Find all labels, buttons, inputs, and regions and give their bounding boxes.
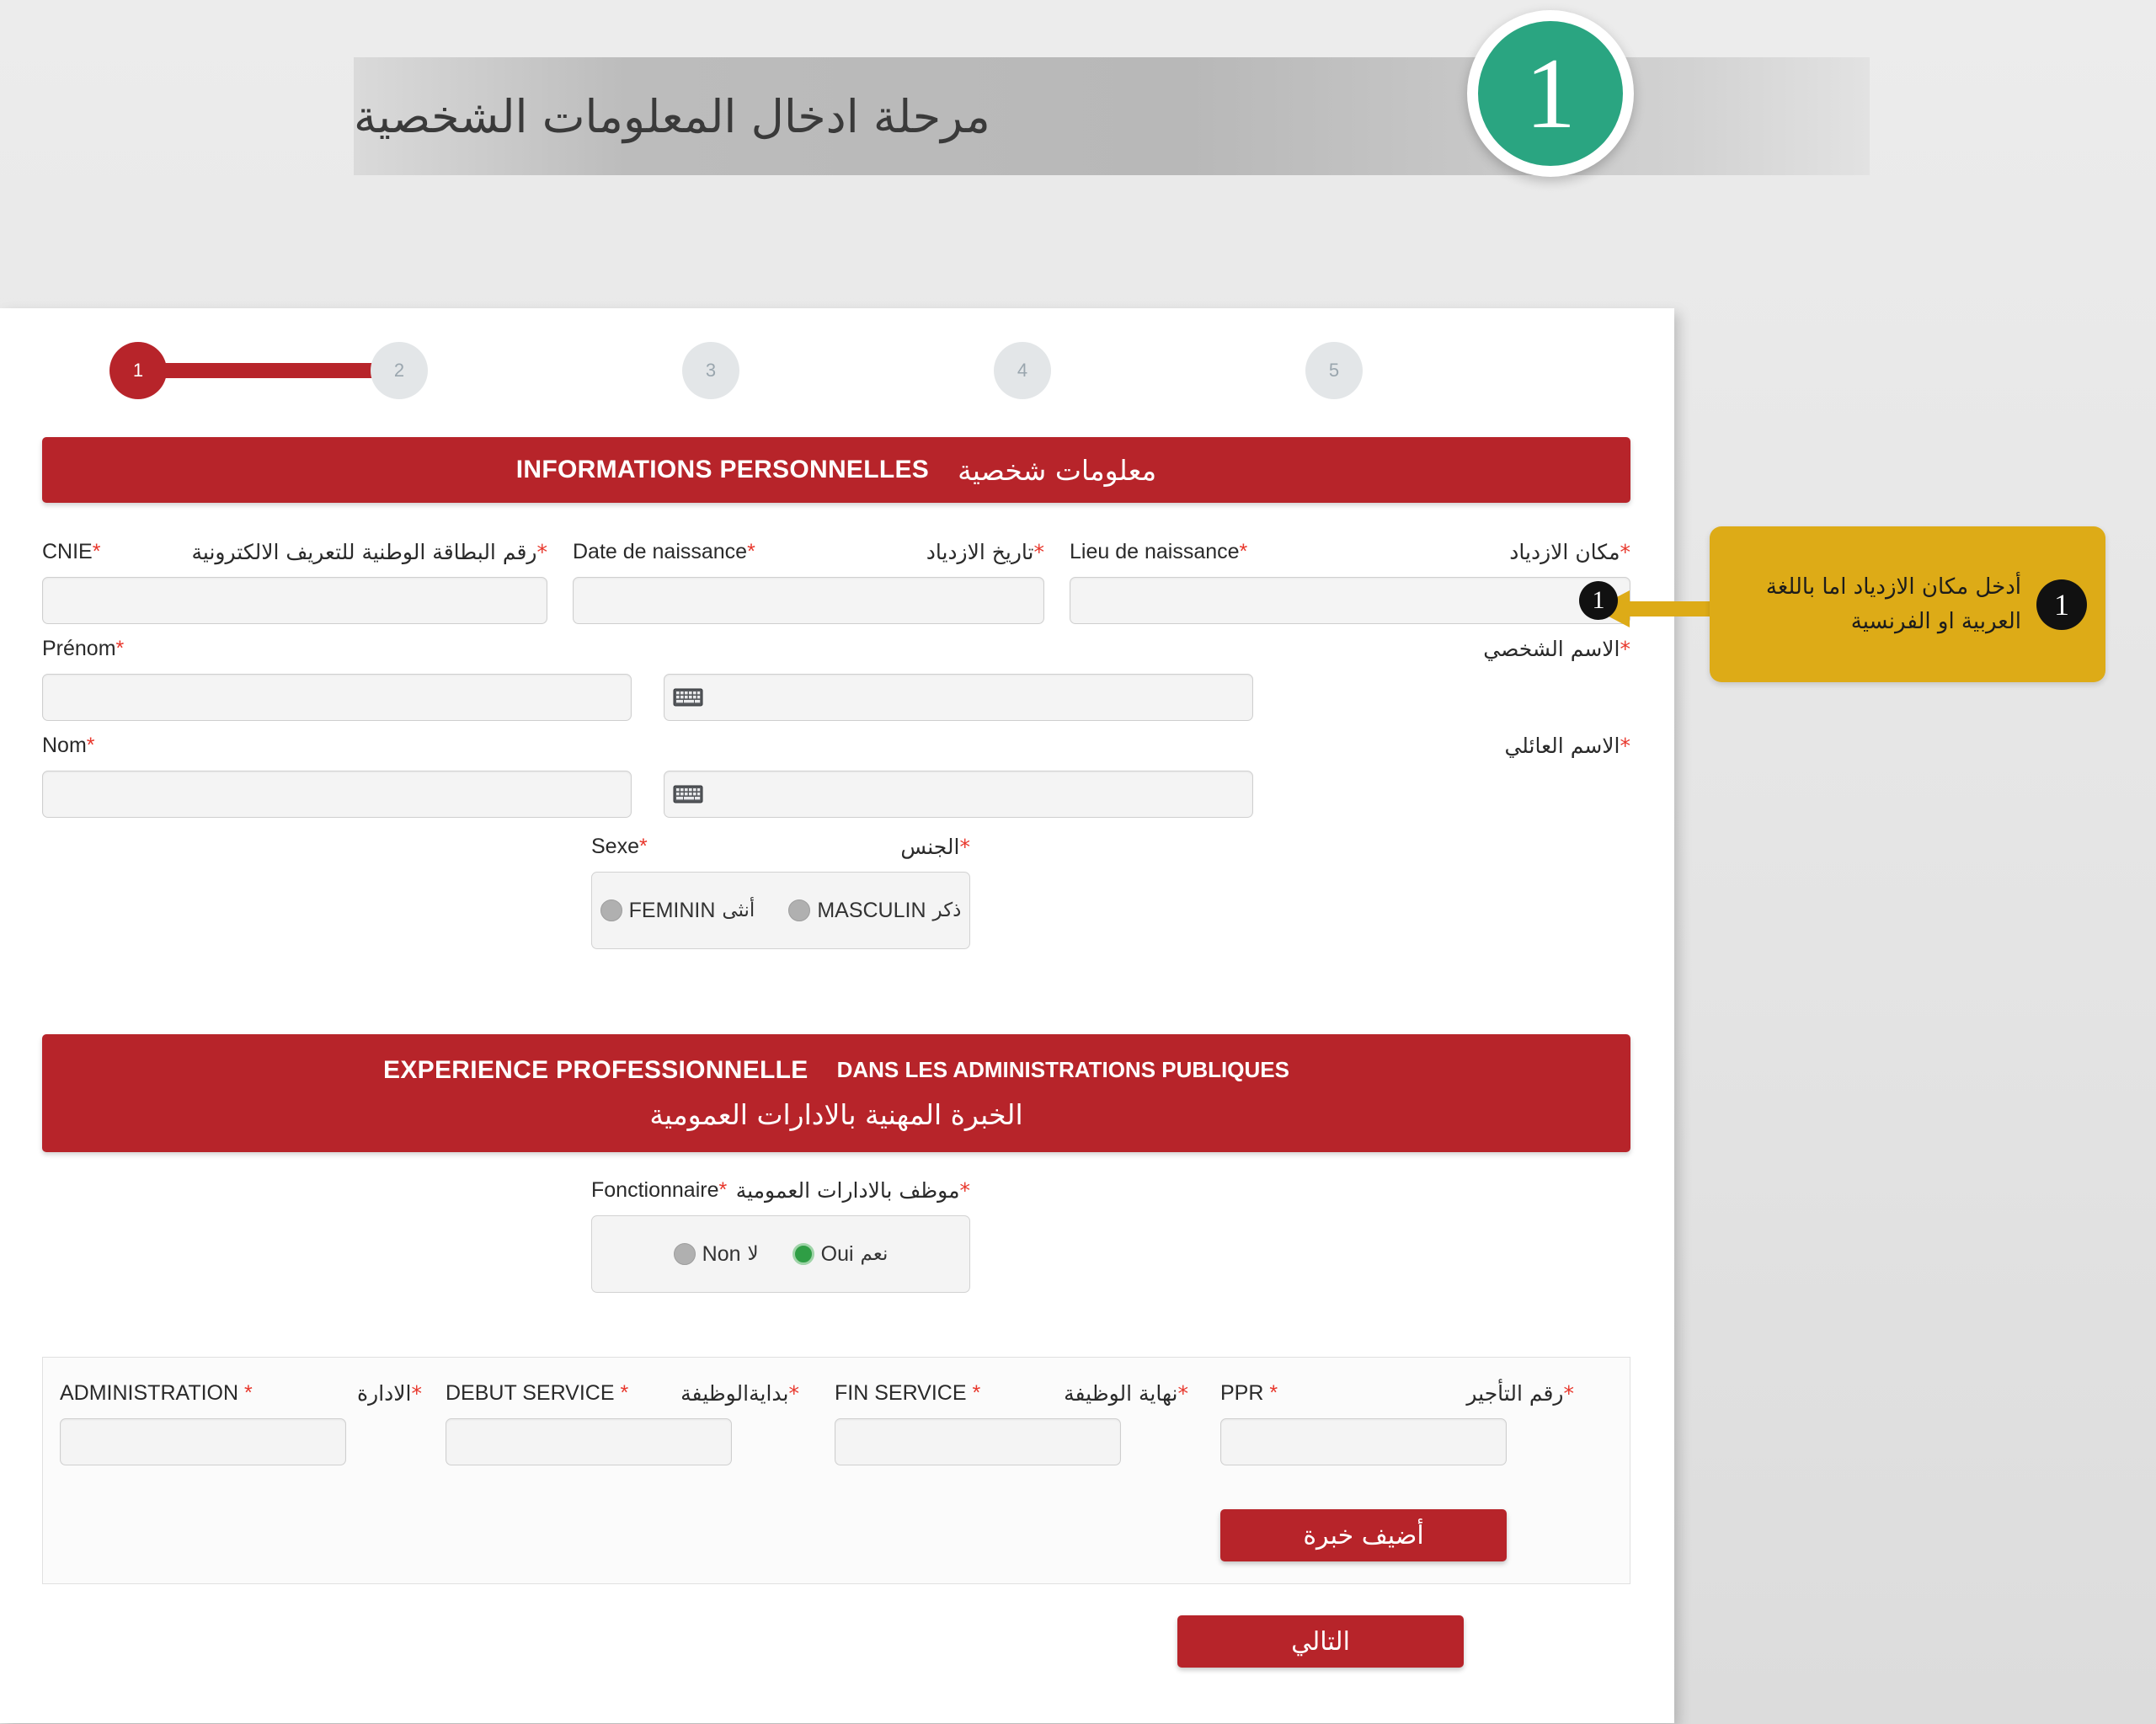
field-cnie-label-fr: CNIE*: [42, 540, 101, 563]
fonctionnaire-option-oui[interactable]: نعم Oui: [792, 1241, 889, 1267]
annotation-marker-1: 1: [1579, 581, 1618, 620]
debut-service-input[interactable]: [446, 1418, 732, 1465]
annotation-callout-text: أدخل مكان الازدياد اما باللغة العربية او…: [1765, 574, 2021, 634]
stepper-step-5-label: 5: [1328, 360, 1340, 381]
date-naissance-input[interactable]: [573, 577, 1044, 624]
fonctionnaire-option-non-label-fr: Non: [702, 1241, 741, 1266]
field-sexe-label-fr: Sexe*: [591, 835, 648, 858]
field-date-naissance: Date de naissance* *تاريخ الازدياد: [573, 540, 1044, 624]
field-nom: Nom* *الاسم العائلي: [42, 734, 1630, 818]
field-prenom-label-fr: Prénom*: [42, 637, 125, 660]
field-nom-label-fr: Nom*: [42, 734, 95, 757]
administration-input[interactable]: [60, 1418, 346, 1465]
field-fin-service: FIN SERVICE * *نهاية الوظيفة: [835, 1381, 1188, 1465]
fonctionnaire-option-oui-label-ar: نعم: [860, 1243, 889, 1265]
section-experience-title-fr-2: DANS LES ADMINISTRATIONS PUBLIQUES: [836, 1057, 1289, 1082]
form-card: 1 2 3 4 5 INFORMATIONS PERSONNELLES معلو…: [0, 308, 1674, 1723]
keyboard-icon: [673, 688, 703, 707]
next-step-button[interactable]: التالي: [1177, 1615, 1464, 1668]
field-cnie-label-ar: *رقم البطاقة الوطنية للتعريف الالكترونية: [191, 540, 548, 564]
field-fin-service-label-ar: *نهاية الوظيفة: [1064, 1381, 1188, 1406]
field-ppr: PPR * *رقم التأجير: [1220, 1381, 1574, 1465]
field-sexe: Sexe* *الجنس ذكر MASCULIN أنثى FEMININ: [591, 835, 970, 949]
field-lieu-naissance: Lieu de naissance* *مكان الازدياد 1: [1070, 540, 1630, 624]
field-ppr-label-fr: PPR *: [1220, 1381, 1278, 1405]
field-prenom: Prénom* *الاسم الشخصي: [42, 637, 1630, 721]
field-fonctionnaire: Fonctionnaire* *موظف بالادارات العمومية …: [591, 1178, 970, 1293]
field-fin-service-label-fr: FIN SERVICE *: [835, 1381, 981, 1405]
section-experience-title-fr-1: EXPERIENCE PROFESSIONNELLE: [383, 1055, 808, 1084]
field-administration: ADMINISTRATION * *الادارة: [60, 1381, 422, 1465]
field-lieu-naissance-label-fr: Lieu de naissance*: [1070, 540, 1248, 563]
prenom-latin-input[interactable]: [42, 674, 632, 721]
sexe-radio-group: ذكر MASCULIN أنثى FEMININ: [591, 872, 970, 949]
cnie-input[interactable]: [42, 577, 547, 624]
field-sexe-label-ar: *الجنس: [900, 835, 970, 859]
current-step-badge: 1: [1467, 10, 1634, 177]
nom-arabic-input[interactable]: [664, 771, 1253, 818]
section-header-professional-experience: EXPERIENCE PROFESSIONNELLE DANS LES ADMI…: [42, 1034, 1630, 1152]
stepper-step-1[interactable]: 1: [109, 342, 167, 399]
sexe-option-feminin-label-fr: FEMININ: [628, 898, 716, 922]
ppr-input[interactable]: [1220, 1418, 1507, 1465]
field-cnie: CNIE* *رقم البطاقة الوطنية للتعريف الالك…: [42, 540, 547, 624]
stepper-step-3[interactable]: 3: [682, 342, 739, 399]
stepper-step-1-label: 1: [132, 360, 144, 381]
stepper-step-3-label: 3: [705, 360, 717, 381]
stepper-step-2-label: 2: [393, 360, 405, 381]
stepper-progress-bar: [138, 363, 399, 378]
field-debut-service-label-fr: DEBUT SERVICE *: [446, 1381, 629, 1405]
radio-icon-selected[interactable]: [792, 1243, 814, 1265]
radio-icon[interactable]: [600, 899, 622, 921]
field-cnie-required-fr: *: [92, 540, 101, 563]
fonctionnaire-option-non-label-ar: لا: [747, 1243, 759, 1265]
fin-service-input[interactable]: [835, 1418, 1121, 1465]
sexe-option-feminin-label-ar: أنثى: [722, 899, 755, 921]
field-cnie-required-ar: *: [536, 540, 548, 564]
sexe-option-masculin[interactable]: ذكر MASCULIN: [788, 899, 961, 923]
fonctionnaire-option-non[interactable]: لا Non: [673, 1241, 759, 1267]
annotation-callout: 1 أدخل مكان الازدياد اما باللغة العربية …: [1710, 526, 2105, 682]
field-fonctionnaire-label-fr: Fonctionnaire*: [591, 1178, 728, 1202]
field-nom-label-ar: *الاسم العائلي: [1504, 734, 1630, 758]
keyboard-icon: [673, 785, 703, 803]
field-fonctionnaire-label-ar: *موظف بالادارات العمومية: [735, 1178, 970, 1203]
sexe-option-masculin-label-ar: ذكر: [932, 899, 962, 921]
radio-icon[interactable]: [788, 899, 811, 921]
field-date-naissance-label-ar: *تاريخ الازدياد: [926, 540, 1044, 564]
prenom-arabic-input[interactable]: [664, 674, 1253, 721]
field-administration-label-fr: ADMINISTRATION *: [60, 1381, 253, 1405]
radio-icon[interactable]: [673, 1243, 696, 1265]
fonctionnaire-option-oui-label-fr: Oui: [820, 1241, 854, 1266]
field-administration-label-ar: *الادارة: [357, 1381, 422, 1406]
annotation-callout-number: 1: [2036, 579, 2087, 630]
stepper-step-4-label: 4: [1017, 360, 1028, 381]
section-header-personal-information: INFORMATIONS PERSONNELLES معلومات شخصية: [42, 437, 1630, 503]
fonctionnaire-radio-group: نعم Oui لا Non: [591, 1215, 970, 1293]
add-experience-button[interactable]: أضيف خبرة: [1220, 1509, 1507, 1561]
field-debut-service: DEBUT SERVICE * *بدايةالوظيفة: [446, 1381, 799, 1465]
field-lieu-naissance-label-ar: *مكان الازدياد: [1509, 540, 1630, 564]
lieu-naissance-input[interactable]: 1: [1070, 577, 1630, 624]
current-step-number: 1: [1525, 37, 1576, 149]
section-personal-title-fr: INFORMATIONS PERSONNELLES: [515, 456, 930, 483]
experience-entry-panel: ADMINISTRATION * *الادارة DEBUT SERVICE …: [42, 1357, 1630, 1584]
stepper-step-2[interactable]: 2: [371, 342, 428, 399]
page-header-banner: مرحلة ادخال المعلومات الشخصية 1: [0, 0, 2156, 253]
field-date-naissance-label-fr: Date de naissance*: [573, 540, 755, 563]
field-debut-service-label-ar: *بدايةالوظيفة: [680, 1381, 799, 1406]
sexe-option-feminin[interactable]: أنثى FEMININ: [600, 899, 755, 923]
wizard-stepper: 1 2 3 4 5: [109, 325, 1541, 418]
sexe-option-masculin-label-fr: MASCULIN: [817, 898, 926, 922]
stepper-step-4[interactable]: 4: [994, 342, 1051, 399]
stepper-step-5[interactable]: 5: [1305, 342, 1363, 399]
section-personal-title-ar: معلومات شخصية: [958, 453, 1157, 487]
field-prenom-label-ar: *الاسم الشخصي: [1483, 637, 1630, 661]
page-title: مرحلة ادخال المعلومات الشخصية: [354, 89, 990, 143]
field-ppr-label-ar: *رقم التأجير: [1466, 1381, 1574, 1406]
section-experience-title-ar: الخبرة المهنية بالادارات العمومية: [649, 1097, 1023, 1131]
nom-latin-input[interactable]: [42, 771, 632, 818]
